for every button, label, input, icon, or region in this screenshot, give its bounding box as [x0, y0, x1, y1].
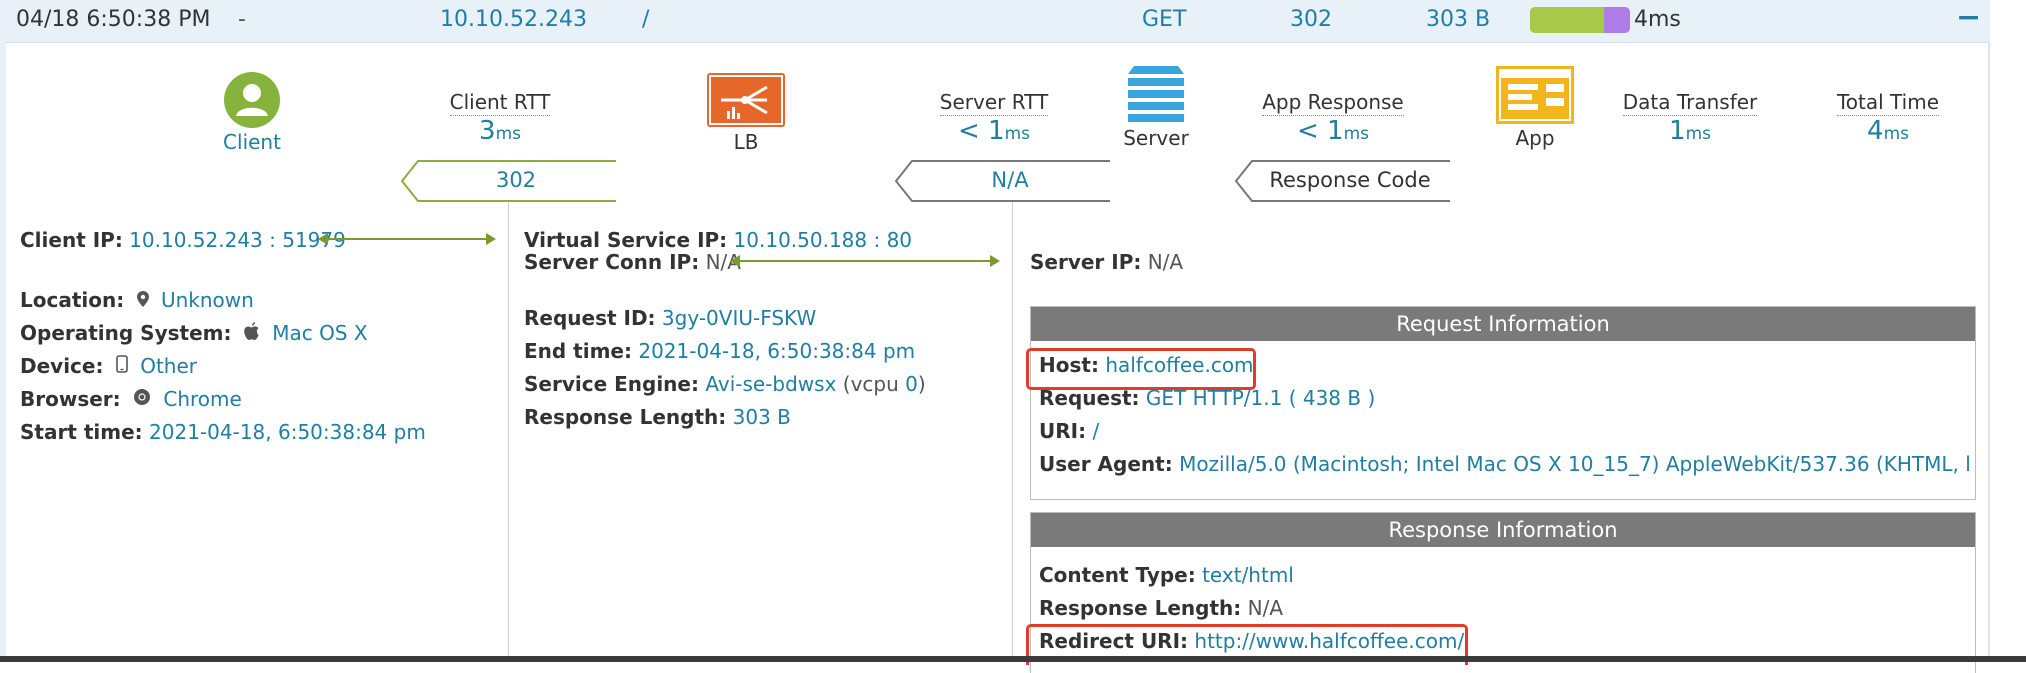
log-client-ip[interactable]: 10.10.52.243 [440, 7, 587, 32]
server-arrow-right [990, 255, 1000, 267]
column-divider-1 [508, 202, 509, 662]
log-status[interactable]: 302 [1290, 7, 1332, 32]
bottom-edge [0, 656, 2026, 662]
client-ip-row: Client IP: 10.10.52.243 : 51979 [20, 228, 346, 252]
request-id-value: 3gy-0VIU-FSKW [661, 306, 817, 330]
server-conn-row: Server Conn IP: N/A [524, 250, 741, 274]
server-rtt-label: Server RTT [939, 90, 1049, 116]
uri-row: URI: / [1039, 419, 1100, 443]
start-time-row: Start time: 2021-04-18, 6:50:38:84 pm [20, 420, 426, 444]
app-response-label: App Response [1262, 90, 1404, 116]
device-value: Other [140, 354, 197, 378]
start-time-value: 2021-04-18, 6:50:38:84 pm [149, 420, 426, 444]
log-dash: - [238, 7, 246, 32]
response-length-row: Response Length: 303 B [524, 405, 791, 429]
app-icon [1496, 66, 1574, 124]
mobile-device-icon [116, 355, 128, 378]
collapse-button[interactable]: − [1956, 0, 1981, 35]
client-label: Client [223, 130, 281, 154]
request-information-panel: Request Information Host: halfcoffee.com… [1030, 306, 1976, 500]
host-highlight-box [1026, 348, 1256, 390]
vcpu-value: 0 [905, 372, 918, 396]
response-length-row-2: Response Length: N/A [1039, 596, 1284, 620]
app-response-value: < 1ms [1296, 116, 1369, 146]
content-type-row: Content Type: text/html [1039, 563, 1294, 587]
response-length-value: 303 B [732, 405, 791, 429]
vs-ip-row: Virtual Service IP: 10.10.50.188 : 80 [524, 228, 913, 252]
client-rtt-label: Client RTT [449, 90, 551, 116]
browser-row: Browser: Chrome [20, 387, 242, 411]
client-ip-value[interactable]: 10.10.52.243 : 51979 [129, 228, 346, 252]
server-arrow-line [738, 260, 990, 262]
user-agent-value: Mozilla/5.0 (Macintosh; Intel Mac OS X 1… [1179, 452, 1969, 476]
server-ip-value: N/A [1147, 250, 1184, 274]
data-transfer-label: Data Transfer [1622, 90, 1758, 116]
client-icon [224, 72, 280, 128]
server-arrow-left [730, 255, 740, 267]
log-uri[interactable]: / [642, 7, 649, 32]
row-left-edge [0, 42, 6, 662]
timing-bar-fill [1530, 7, 1604, 33]
log-row[interactable]: 04/18 6:50:38 PM - 10.10.52.243 / GET 30… [0, 0, 1990, 43]
request-information-title: Request Information [1031, 307, 1975, 341]
lb-icon [707, 73, 785, 127]
response-code-label: Response Code [1269, 168, 1431, 192]
timing-bar [1530, 7, 1630, 33]
server-label: Server [1123, 126, 1189, 150]
lb-label: LB [733, 130, 759, 154]
client-arrow-left [318, 233, 328, 245]
log-time: 04/18 6:50:38 PM [16, 7, 211, 32]
server-ip-row: Server IP: N/A [1030, 250, 1184, 274]
location-row: Location: Unknown [20, 288, 254, 312]
log-total: 4ms [1634, 7, 1681, 32]
total-time-value: 4ms [1867, 116, 1909, 146]
uri-value: / [1092, 419, 1100, 443]
chrome-icon [133, 388, 151, 411]
os-row: Operating System: Mac OS X [20, 321, 368, 345]
client-rtt-value: 3ms [479, 116, 521, 146]
server-rtt-value: < 1ms [957, 116, 1030, 146]
log-size[interactable]: 303 B [1426, 7, 1490, 32]
response-information-title: Response Information [1031, 513, 1975, 547]
total-time-label: Total Time [1836, 90, 1939, 116]
end-time-value: 2021-04-18, 6:50:38:84 pm [638, 339, 916, 363]
service-engine-row: Service Engine: Avi-se-bdwsx (vcpu 0) [524, 372, 926, 396]
response-length-value-2: N/A [1247, 596, 1284, 620]
location-pin-icon [136, 291, 149, 312]
client-code-value: 302 [495, 168, 537, 192]
os-value: Mac OS X [272, 321, 368, 345]
location-value: Unknown [160, 288, 254, 312]
server-icon [1128, 66, 1184, 126]
device-row: Device: Other [20, 354, 197, 378]
apple-icon [244, 322, 260, 345]
server-code-value: N/A [991, 168, 1029, 192]
request-id-row: Request ID: 3gy-0VIU-FSKW [524, 306, 817, 330]
service-engine-value[interactable]: Avi-se-bdwsx [705, 372, 836, 396]
end-time-row: End time: 2021-04-18, 6:50:38:84 pm [524, 339, 916, 363]
browser-value: Chrome [163, 387, 242, 411]
app-label: App [1515, 126, 1555, 150]
column-divider-2 [1012, 202, 1013, 662]
row-right-edge [1988, 42, 1990, 662]
client-arrow-right [486, 233, 496, 245]
user-agent-row: User Agent: Mozilla/5.0 (Macintosh; Inte… [1039, 452, 1969, 476]
content-type-value: text/html [1202, 563, 1294, 587]
client-arrow-line [326, 238, 486, 240]
log-method[interactable]: GET [1142, 7, 1186, 32]
vs-ip-value[interactable]: 10.10.50.188 : 80 [734, 228, 913, 252]
data-transfer-value: 1ms [1669, 116, 1711, 146]
